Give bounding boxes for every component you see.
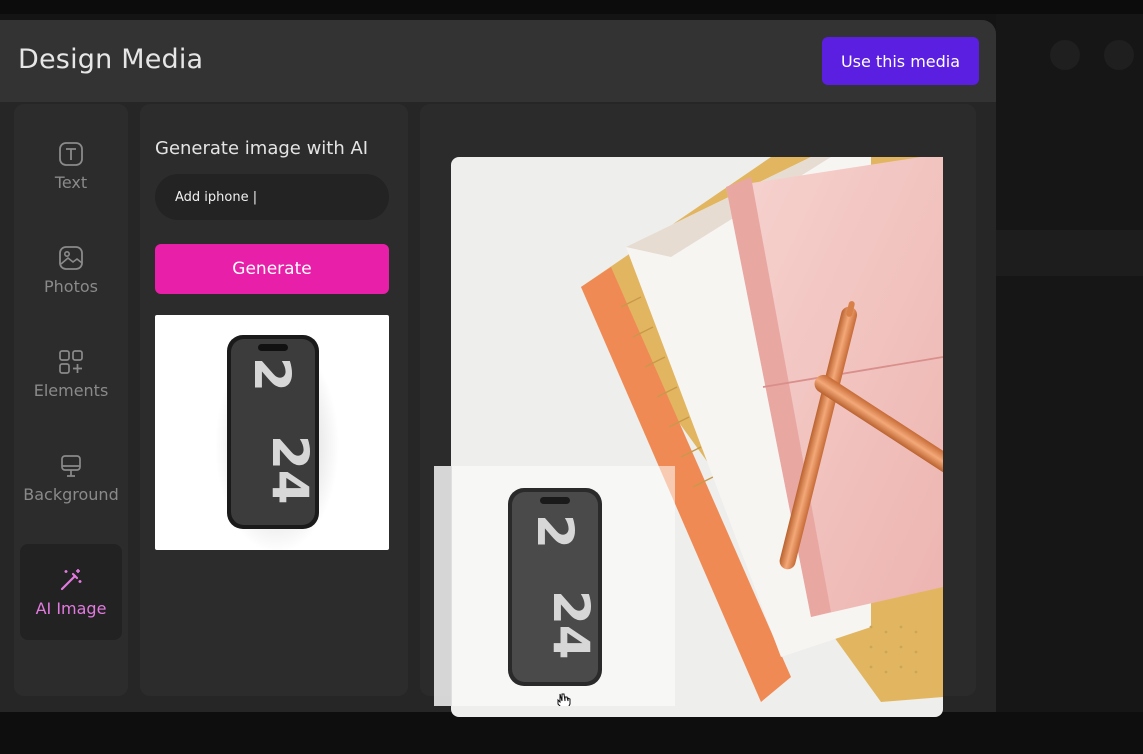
panel-title: Generate image with AI (155, 138, 369, 159)
nav-item-elements[interactable]: Elements (20, 326, 122, 422)
nav-item-label: Text (54, 172, 88, 192)
nav-item-text[interactable]: Text (20, 118, 122, 214)
nav-item-photos[interactable]: Photos (20, 222, 122, 318)
phone-time-digit: 2 (243, 357, 301, 392)
background-icon-button (1050, 40, 1080, 70)
use-this-media-button[interactable]: Use this media (822, 37, 979, 85)
phone-time-digit: 2 (526, 514, 584, 549)
phone-image: 2 24 (215, 335, 339, 550)
background-icon-button (1104, 40, 1134, 70)
nav-item-label: Photos (44, 276, 98, 296)
generate-button[interactable]: Generate (155, 244, 389, 294)
modal-title: Design Media (18, 44, 204, 75)
text-icon (59, 141, 83, 166)
ai-generator-panel: Generate image with AI Generate 2 24 (140, 104, 408, 696)
modal-header: Design Media Use this media (0, 20, 996, 102)
background-app-footer (0, 712, 1143, 754)
media-type-sidebar: Text Photos Elements Background AI Image (14, 104, 128, 696)
nav-item-background[interactable]: Background (20, 430, 122, 526)
prompt-input[interactable] (155, 174, 389, 220)
background-icon (61, 454, 81, 477)
background-toolbar-band (996, 230, 1143, 276)
phone-time-digits: 24 (261, 435, 319, 505)
background-app-panel (996, 14, 1143, 714)
photo-icon (59, 245, 83, 270)
nav-item-ai-image[interactable]: AI Image (20, 544, 122, 640)
phone-time-digits: 24 (542, 590, 600, 660)
nav-item-label: AI Image (35, 598, 107, 618)
nav-item-label: Background (23, 484, 119, 504)
generated-image-thumbnail[interactable]: 2 24 (155, 315, 389, 550)
elements-icon (59, 349, 83, 374)
dragged-phone-layer[interactable]: 2 24 (434, 466, 675, 706)
background-app-topbar (0, 0, 1143, 14)
nav-item-label: Elements (33, 380, 109, 400)
magic-wand-icon (60, 568, 82, 590)
